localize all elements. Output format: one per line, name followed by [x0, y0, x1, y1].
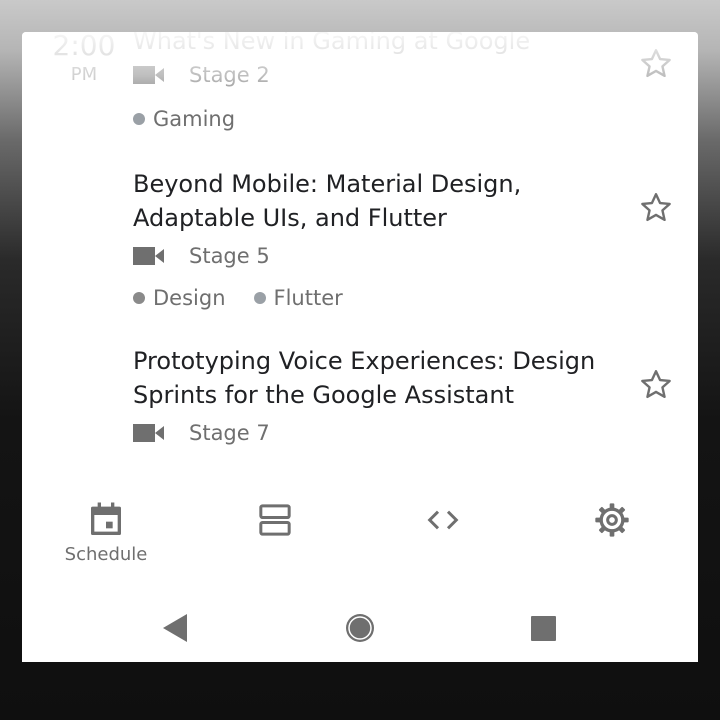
videocam-icon	[133, 247, 164, 265]
tag-label: Gaming	[153, 107, 236, 131]
tag-chip[interactable]: Gaming	[133, 107, 235, 131]
recents-icon[interactable]	[523, 608, 563, 648]
code-icon	[427, 510, 459, 530]
nav-item-code[interactable]	[388, 494, 498, 584]
star-icon[interactable]	[638, 367, 674, 403]
system-navigation-bar	[22, 592, 698, 662]
session-title: Prototyping Voice Experiences: Design Sp…	[133, 347, 596, 409]
session-room: Stage 7	[133, 416, 603, 450]
nav-item-schedule[interactable]: Schedule	[51, 494, 161, 584]
room-label: Stage 7	[189, 421, 270, 445]
nav-item-settings[interactable]	[557, 494, 667, 584]
tag-chip[interactable]: Flutter	[253, 286, 343, 310]
time-ampm: PM	[70, 64, 98, 85]
session-tags: Design Flutter	[133, 281, 603, 315]
session-room: Stage 2	[133, 58, 603, 92]
tag-dot	[253, 292, 266, 304]
tag-label: Design	[153, 286, 226, 310]
session-room: Stage 5	[133, 239, 603, 273]
tag-chip[interactable]: Design	[133, 286, 226, 310]
videocam-icon	[133, 424, 164, 442]
app-screen: 2:00 PM What's New in Gaming at Google S…	[22, 32, 698, 662]
room-label: Stage 2	[189, 63, 270, 87]
time-slot-header: 2:00 PM	[44, 32, 124, 90]
session-card[interactable]: What's New in Gaming at Google Stage 2 G…	[133, 32, 603, 136]
tag-label: Flutter	[273, 286, 343, 310]
back-icon[interactable]	[155, 608, 195, 648]
view-agenda-icon	[259, 504, 291, 536]
star-icon[interactable]	[638, 46, 674, 82]
tag-dot	[133, 292, 145, 304]
time-hour: 2:00	[52, 32, 116, 62]
videocam-icon	[133, 66, 164, 84]
room-label: Stage 5	[189, 244, 270, 268]
nav-label: Schedule	[64, 544, 148, 565]
nav-item-agenda[interactable]	[220, 494, 330, 584]
tag-dot	[133, 113, 145, 125]
bottom-navigation: Schedule	[22, 494, 698, 584]
home-icon[interactable]	[340, 608, 380, 648]
session-card[interactable]: Beyond Mobile: Material Design, Adaptabl…	[133, 167, 603, 315]
gear-icon	[595, 503, 629, 537]
calendar-icon	[91, 502, 121, 535]
session-card[interactable]: Prototyping Voice Experiences: Design Sp…	[133, 344, 603, 450]
session-title: What's New in Gaming at Google	[133, 32, 531, 55]
session-title: Beyond Mobile: Material Design, Adaptabl…	[133, 170, 522, 232]
session-tags: Gaming	[133, 102, 603, 136]
star-icon[interactable]	[638, 190, 674, 226]
